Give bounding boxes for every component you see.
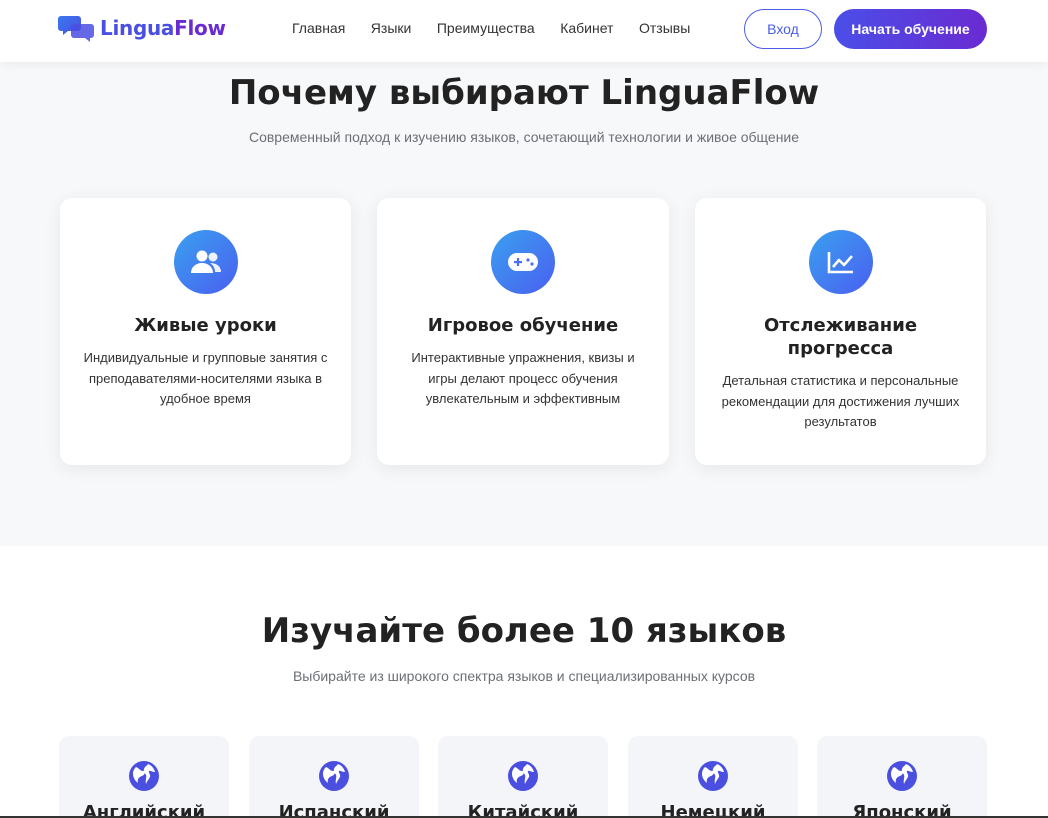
language-card-spanish[interactable]: Испанский: [249, 736, 419, 818]
nav-advantages[interactable]: Преимущества: [437, 20, 535, 36]
logo-part1: Lingua: [100, 16, 175, 40]
why-subtitle: Современный подход к изучению языков, со…: [248, 129, 800, 145]
site-header: LinguaFlow Главная Языки Преимущества Ка…: [0, 0, 1048, 62]
nav-reviews[interactable]: Отзывы: [639, 20, 690, 36]
feature-card-live: Живые уроки Индивидуальные и групповые з…: [60, 198, 351, 465]
globe-icon: [887, 761, 917, 791]
users-icon: [173, 230, 238, 294]
login-button[interactable]: Вход: [744, 9, 822, 49]
languages-subtitle: Выбирайте из широкого спектра языков и с…: [292, 668, 756, 684]
gamepad-icon: [491, 230, 555, 294]
globe-icon: [319, 761, 349, 791]
globe-icon: [698, 761, 728, 791]
nav-account[interactable]: Кабинет: [560, 20, 613, 36]
feature-text: Интерактивные упражнения, квизы и игры д…: [411, 350, 635, 406]
feature-title: Отслеживание прогресса: [763, 315, 918, 359]
globe-icon: [508, 761, 538, 791]
feature-text: Детальная статистика и персональные реко…: [721, 373, 960, 429]
main-nav: Главная Языки Преимущества Кабинет Отзыв…: [292, 20, 716, 36]
nav-home[interactable]: Главная: [292, 20, 345, 36]
language-card-chinese[interactable]: Китайский: [438, 736, 608, 818]
start-learning-button[interactable]: Начать обучение: [834, 9, 987, 49]
logo[interactable]: LinguaFlow: [58, 14, 226, 42]
chart-line-icon: [808, 230, 873, 294]
nav-languages[interactable]: Языки: [371, 20, 412, 36]
feature-card-game: Игровое обучение Интерактивные упражнени…: [377, 198, 669, 465]
language-card-japanese[interactable]: Японский: [817, 736, 987, 818]
feature-text: Индивидуальные и групповые занятия с пре…: [83, 350, 328, 406]
language-card-german[interactable]: Немецкий: [628, 736, 798, 818]
logo-text: LinguaFlow: [100, 16, 226, 40]
feature-title: Игровое обучение: [427, 315, 619, 336]
globe-icon: [129, 761, 159, 791]
languages-title: Изучайте более 10 языков: [261, 611, 787, 651]
chat-bubbles-icon: [58, 16, 94, 42]
why-title: Почему выбирают LinguaFlow: [228, 73, 820, 113]
language-card-english[interactable]: Английский: [59, 736, 229, 818]
logo-part2: Flow: [174, 16, 226, 40]
feature-card-progress: Отслеживание прогресса Детальная статист…: [695, 198, 986, 465]
feature-title: Живые уроки: [134, 315, 277, 336]
